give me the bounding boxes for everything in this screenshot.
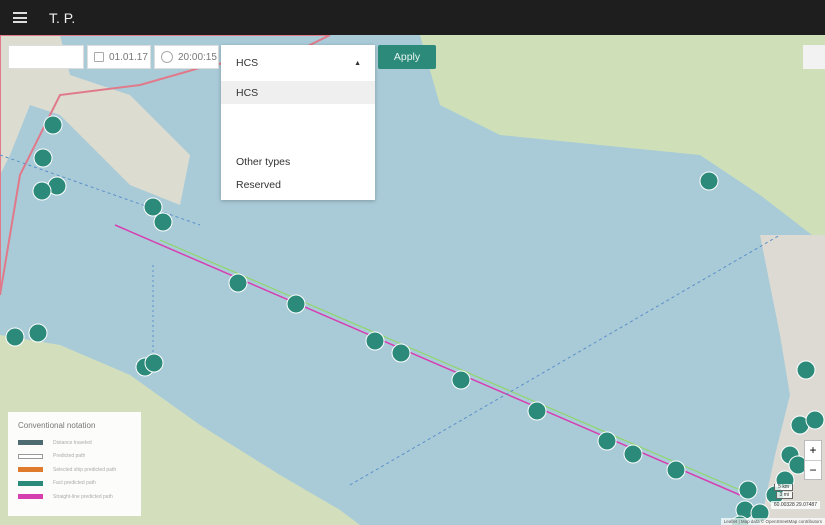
date-value: 01.01.17 <box>109 51 148 63</box>
legend-item: Fact predicted path <box>18 477 131 491</box>
time-field[interactable]: 20:00:15 <box>154 45 219 69</box>
legend-title: Conventional notation <box>18 421 96 430</box>
legend-swatch <box>18 440 43 446</box>
ship-marker-icon[interactable] <box>738 480 758 500</box>
caret-up-icon: ▲ <box>354 59 361 67</box>
ship-marker-icon[interactable] <box>144 353 164 373</box>
scale-mi: 3 mi <box>775 492 793 499</box>
ship-marker-icon[interactable] <box>805 410 825 430</box>
legend-item: Straight-line predicted path <box>18 490 131 504</box>
legend: Conventional notation Distance traveled P… <box>8 412 141 516</box>
type-dropdown[interactable]: HCS ▲ HCS Other types Reserved <box>221 45 375 200</box>
ship-marker-icon[interactable] <box>5 327 25 347</box>
ship-marker-icon[interactable] <box>623 444 643 464</box>
layers-icon[interactable] <box>803 45 825 69</box>
ship-marker-icon[interactable] <box>32 181 52 201</box>
time-value: 20:00:15 <box>178 51 217 63</box>
scale-km: 5 km <box>774 484 793 491</box>
type-dropdown-toggle[interactable]: HCS ▲ <box>221 45 375 81</box>
calendar-icon <box>94 52 104 62</box>
date-field[interactable]: 01.01.17 <box>87 45 151 69</box>
option-blank[interactable] <box>221 127 375 150</box>
ship-marker-icon[interactable] <box>28 323 48 343</box>
zoom-in-button[interactable]: + <box>805 441 821 461</box>
legend-label: Straight-line predicted path <box>53 493 113 500</box>
legend-swatch <box>18 480 43 486</box>
ship-marker-icon[interactable] <box>666 460 686 480</box>
legend-swatch <box>18 494 43 500</box>
app-title: T. P. <box>49 9 76 26</box>
ship-marker-icon[interactable] <box>451 370 471 390</box>
legend-item: Selected ship predicted path <box>18 463 131 477</box>
option-blank[interactable] <box>221 104 375 127</box>
top-bar: T. P. <box>0 0 825 35</box>
zoom-control: + − <box>804 440 822 480</box>
legend-item: Predicted path <box>18 450 131 464</box>
search-input[interactable] <box>8 45 84 69</box>
ship-marker-icon[interactable] <box>365 331 385 351</box>
apply-button[interactable]: Apply <box>378 45 436 69</box>
option-hcs[interactable]: HCS <box>221 81 375 104</box>
ship-marker-icon[interactable] <box>796 360 816 380</box>
legend-label: Selected ship predicted path <box>53 466 117 473</box>
ship-marker-icon[interactable] <box>43 115 63 135</box>
ship-marker-icon[interactable] <box>153 212 173 232</box>
coordinates-readout: 60.00328 29.07487 <box>770 501 820 509</box>
zoom-out-button[interactable]: − <box>805 461 821 480</box>
legend-label: Fact predicted path <box>53 480 96 487</box>
option-other-types[interactable]: Other types <box>221 150 375 173</box>
legend-swatch <box>18 467 43 473</box>
option-reserved[interactable]: Reserved <box>221 173 375 196</box>
ship-marker-icon[interactable] <box>33 148 53 168</box>
map-attribution[interactable]: Leaflet | Map data © OpenStreetMap contr… <box>720 518 825 525</box>
ship-marker-icon[interactable] <box>391 343 411 363</box>
legend-swatch <box>18 453 43 459</box>
ship-marker-icon[interactable] <box>286 294 306 314</box>
ship-marker-icon[interactable] <box>228 273 248 293</box>
legend-label: Predicted path <box>53 453 86 460</box>
ship-marker-icon[interactable] <box>699 171 719 191</box>
ship-marker-icon[interactable] <box>597 431 617 451</box>
hamburger-menu-icon[interactable] <box>13 12 27 23</box>
ship-marker-icon[interactable] <box>527 401 547 421</box>
legend-item: Distance traveled <box>18 436 131 450</box>
selected-type: HCS <box>236 57 259 69</box>
clock-icon <box>161 51 173 63</box>
legend-label: Distance traveled <box>53 439 92 446</box>
